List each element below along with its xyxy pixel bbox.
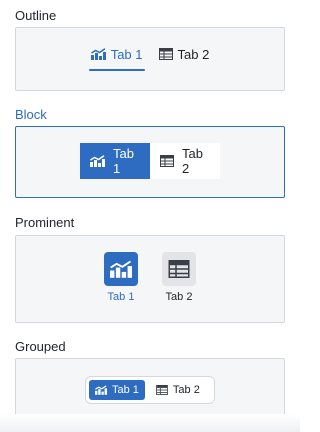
grouped-panel: Tab 1 Tab 2 bbox=[15, 358, 285, 420]
outline-tab-2-label: Tab 2 bbox=[177, 46, 210, 62]
outline-tab-1[interactable]: Tab 1 bbox=[88, 44, 145, 71]
chart-line-icon bbox=[90, 48, 106, 60]
grouped-tab-2[interactable]: Tab 2 bbox=[150, 380, 206, 400]
chart-line-icon bbox=[95, 385, 107, 395]
grouped-tab-2-label: Tab 2 bbox=[172, 384, 200, 396]
block-panel: Tab 1 Tab 2 bbox=[15, 126, 285, 198]
outline-panel: Tab 1 Tab 2 bbox=[15, 27, 285, 91]
grouped-tab-1[interactable]: Tab 1 bbox=[89, 380, 145, 400]
prominent-tab-bar: Tab 1 Tab 2 bbox=[16, 252, 284, 303]
chart-line-icon bbox=[90, 155, 105, 167]
prominent-panel: Tab 1 Tab 2 bbox=[15, 235, 285, 323]
block-tab-1-label: Tab 1 bbox=[113, 146, 134, 176]
table-icon bbox=[156, 385, 168, 395]
prominent-tab-1-label: Tab 1 bbox=[107, 291, 135, 303]
block-tab-2-label: Tab 2 bbox=[182, 146, 203, 176]
section-title-grouped: Grouped bbox=[15, 339, 66, 354]
bottom-fade bbox=[0, 414, 300, 432]
block-tab-bar: Tab 1 Tab 2 bbox=[80, 143, 220, 179]
prominent-tab-2[interactable]: Tab 2 bbox=[162, 252, 196, 303]
table-icon bbox=[158, 48, 173, 60]
prominent-tab-1[interactable]: Tab 1 bbox=[104, 252, 138, 303]
block-tab-2[interactable]: Tab 2 bbox=[150, 143, 220, 179]
section-title-block: Block bbox=[15, 107, 47, 122]
grouped-tab-1-label: Tab 1 bbox=[112, 384, 139, 396]
outline-tab-1-label: Tab 1 bbox=[110, 46, 143, 62]
outline-tab-2[interactable]: Tab 2 bbox=[157, 44, 212, 64]
table-icon bbox=[160, 155, 174, 167]
grouped-tab-bar: Tab 1 Tab 2 bbox=[85, 376, 215, 404]
block-tab-1[interactable]: Tab 1 bbox=[80, 143, 150, 179]
table-icon bbox=[162, 252, 196, 286]
prominent-tab-2-label: Tab 2 bbox=[165, 291, 193, 303]
chart-line-icon bbox=[104, 252, 138, 286]
section-title-outline: Outline bbox=[15, 8, 57, 23]
section-title-prominent: Prominent bbox=[15, 215, 75, 230]
outline-tab-bar: Tab 1 Tab 2 bbox=[16, 44, 284, 71]
